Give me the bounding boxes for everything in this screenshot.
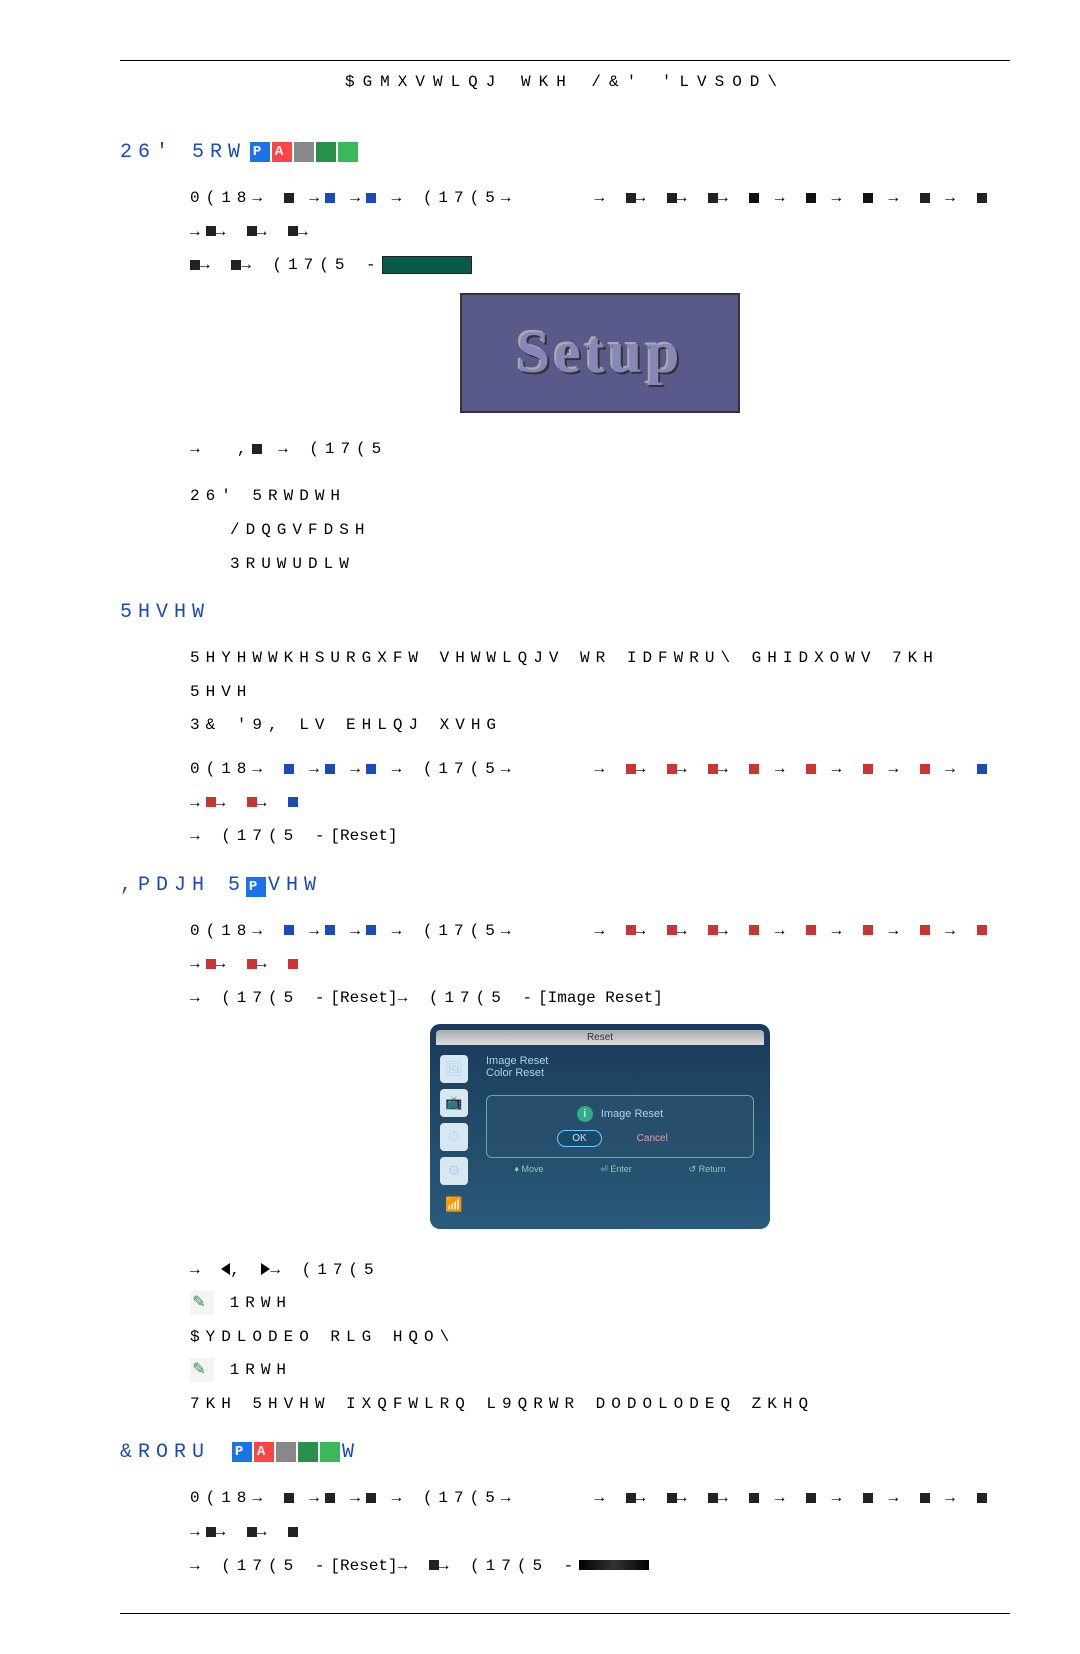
dialog-icon-3[interactable]: ⏱ [440,1123,468,1151]
note-1: ✎ 1RWH [190,1287,1010,1321]
section-color-reset: &RORU P A W [120,1441,1010,1464]
setup-image: Setup [460,293,740,413]
dialog-icon-5[interactable]: 📶 [440,1191,468,1219]
imgreset-nav-1: 0(18→ → → → (17(5→ → → → → → → → → →→ → [190,915,1010,982]
note-icon: ✎ [190,1291,214,1315]
imgreset-nav-3: → , → (17(5 [190,1254,1010,1288]
menu-color-reset[interactable]: Color Reset [486,1067,754,1079]
section-reset: 5HVHW [120,601,1010,624]
badge-green1-icon [298,1442,318,1462]
menu-image-reset[interactable]: Image Reset [486,1055,754,1067]
note-2: ✎ 1RWH [190,1354,1010,1388]
triangle-right-icon [261,1263,270,1275]
resetfn-line: 7KH 5HVHW IXQFWLRQ L9QRWR DODOLODEQ ZKHQ [190,1388,1010,1422]
section-image-reset: ,PDJH 5PVHW [120,874,1010,897]
reset-dialog: Reset 🖼 📺 ⏱ ⚙ 📶 Image Reset Color Reset … [430,1024,770,1229]
bottom-rule [120,1613,1010,1614]
portrait-label: 3RUWUDLW [230,548,1010,582]
color-nav-1: 0(18→ → → → (17(5→ → → → → → → → → →→ → [190,1482,1010,1549]
top-rule [120,60,1010,61]
note-icon: ✎ [190,1358,214,1382]
badge-gray-icon [294,142,314,162]
dialog-icon-1[interactable]: 🖼 [440,1055,468,1083]
imgreset-nav-2: → (17(5 -[Reset]→ (17(5 -[Image Reset] [190,982,1010,1016]
page-header: $GMXVWLQJ WKH /&' 'LVSOD\ [120,73,1010,91]
badge-green2-icon [338,142,358,162]
reset-nav-2: → (17(5 -[Reset] [190,820,1010,854]
black-bar-icon [579,1560,649,1570]
hint-return: ↺ Return [689,1164,726,1175]
available-line: $YDLODEO RLG HQO\ [190,1321,1010,1355]
dialog-icon-2[interactable]: 📺 [440,1089,468,1117]
color-nav-2: → (17(5 -[Reset]→ → (17(5 - [190,1550,1010,1584]
confirm-popup: i Image Reset OK Cancel [486,1095,754,1158]
popup-title: Image Reset [601,1108,663,1120]
badge-a-icon: A [272,142,292,162]
badge-green1-icon [316,142,336,162]
badge-gray-icon [276,1442,296,1462]
reset-nav-1: 0(18→ → → → (17(5→ → → → → → → → → →→ → [190,753,1010,820]
badge-p-icon: P [250,142,270,162]
hint-move: ♦ Move [514,1164,543,1175]
info-icon: i [577,1106,593,1122]
reset-desc-2: 3& '9, LV EHLQJ XVHG [190,709,1010,743]
section-osd-rot: 26' 5RW P A [120,141,1010,164]
nav-line-2: → → (17(5 - [190,249,1010,283]
badge-p-icon: P [246,877,266,897]
osd-rotate-label: 26' 5RWDWH [190,480,1010,514]
landscape-label: /DQGVFDSH [230,514,1010,548]
dialog-icon-4[interactable]: ⚙ [440,1157,468,1185]
badge-a-icon: A [254,1442,274,1462]
nav-line-3: → , → (17(5 [190,433,1010,467]
badge-green2-icon [320,1442,340,1462]
cancel-button[interactable]: Cancel [622,1130,683,1147]
green-bar-icon [382,256,472,274]
dialog-header: Reset [436,1030,764,1045]
reset-desc-1: 5HYHWWKHSURGXFW VHWWLQJV WR IDFWRU\ GHID… [190,642,1010,709]
nav-line-1: 0(18→ → → → (17(5→ → → → → → → → → →→ → … [190,182,1010,249]
hint-enter: ⏎ Enter [600,1164,632,1175]
badge-p-icon: P [232,1442,252,1462]
triangle-left-icon [221,1263,230,1275]
ok-button[interactable]: OK [557,1130,601,1147]
